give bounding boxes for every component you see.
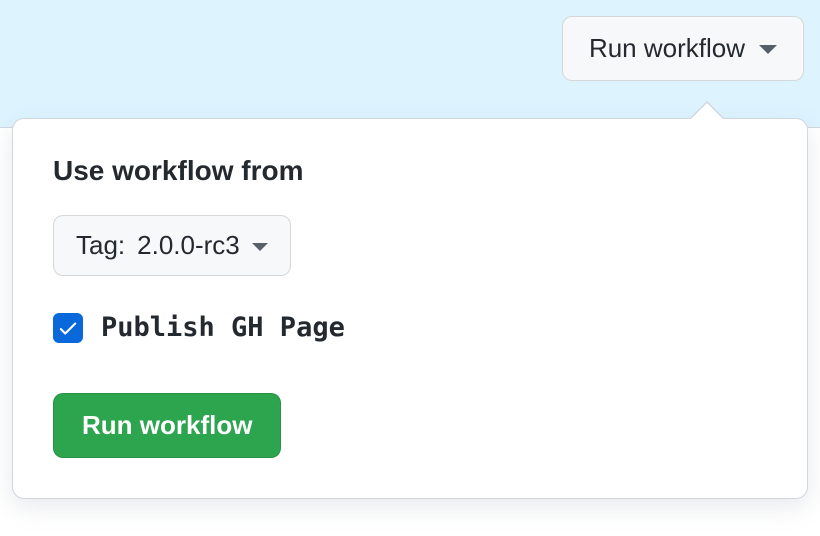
publish-gh-page-checkbox[interactable] (53, 313, 83, 343)
branch-tag-selector[interactable]: Tag: 2.0.0-rc3 (53, 215, 291, 276)
use-workflow-from-title: Use workflow from (53, 155, 767, 187)
run-workflow-trigger-label: Run workflow (589, 33, 745, 64)
run-workflow-dropdown-trigger[interactable]: Run workflow (562, 16, 804, 81)
caret-down-icon (759, 45, 777, 54)
run-workflow-panel: Use workflow from Tag: 2.0.0-rc3 Publish… (12, 118, 808, 499)
branch-selector-prefix: Tag: (76, 230, 125, 261)
caret-down-icon (252, 243, 268, 251)
run-workflow-submit-label: Run workflow (82, 410, 252, 440)
publish-gh-page-label[interactable]: Publish GH Page (101, 312, 345, 343)
publish-gh-page-option: Publish GH Page (53, 312, 767, 343)
checkmark-icon (57, 317, 79, 339)
run-workflow-submit-button[interactable]: Run workflow (53, 393, 281, 458)
branch-selector-value: 2.0.0-rc3 (137, 230, 240, 261)
dropdown-pointer (689, 101, 725, 119)
